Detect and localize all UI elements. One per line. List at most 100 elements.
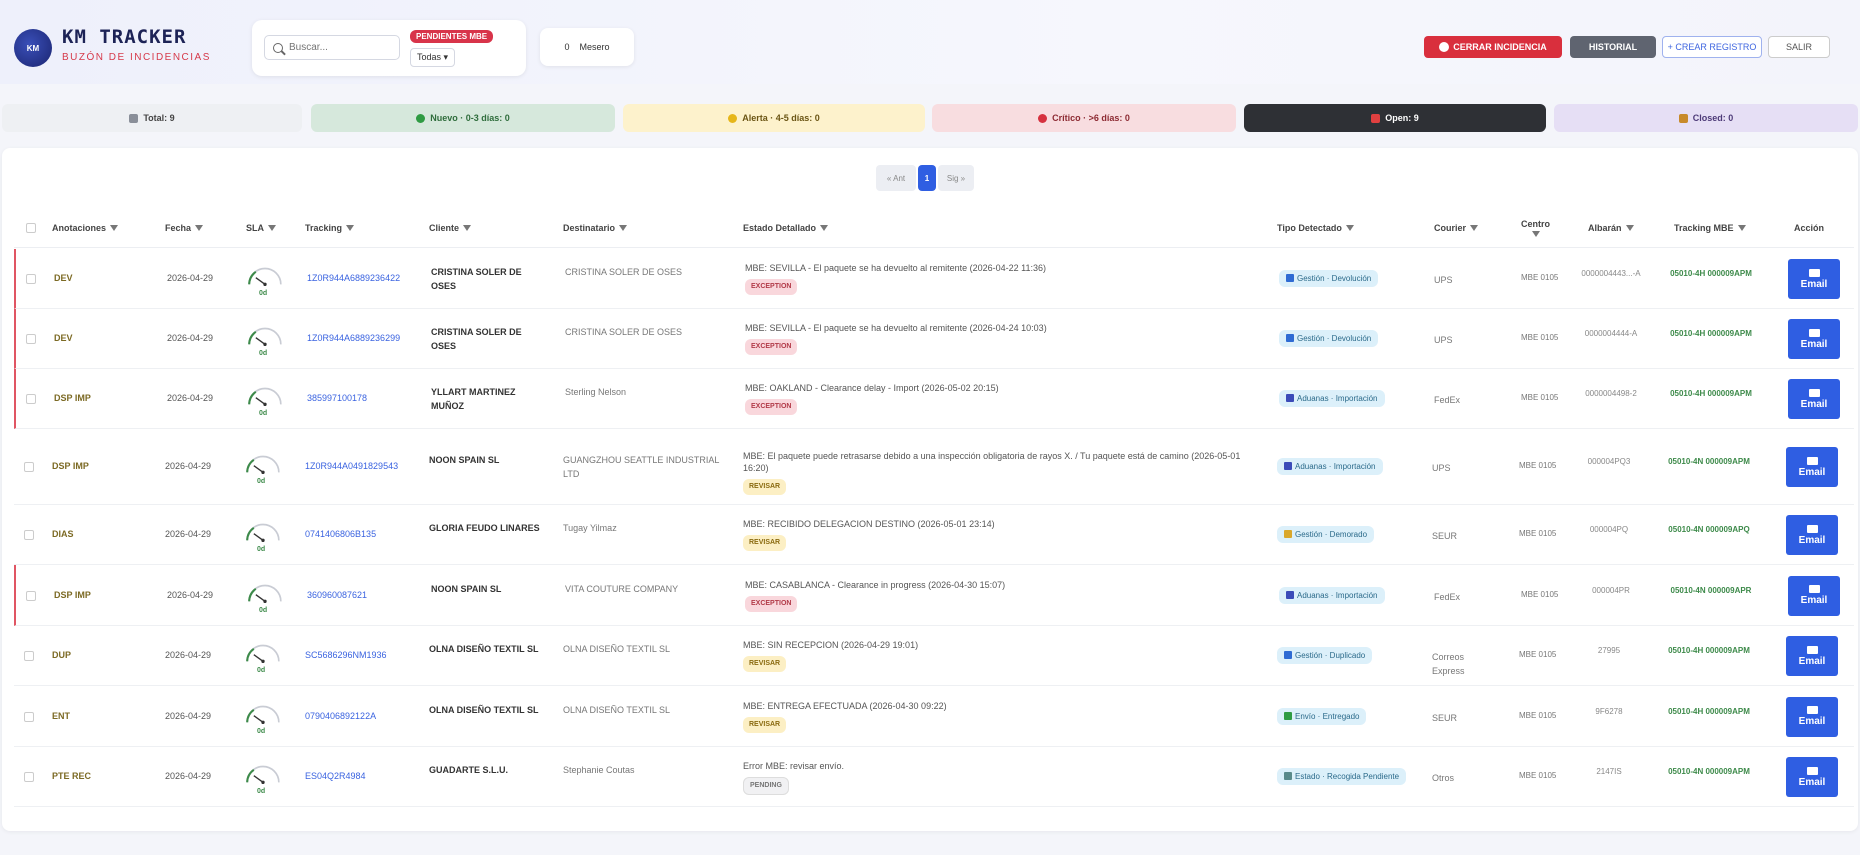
- table-row[interactable]: DSP IMP 2026-04-29 0d 360960087621 NOON …: [14, 565, 1854, 626]
- new-record-button[interactable]: + CREAR REGISTRO: [1662, 36, 1762, 58]
- table-row[interactable]: PTE REC 2026-04-29 0d ES04Q2R4984 GUADAR…: [14, 747, 1854, 807]
- row-checkbox[interactable]: [24, 772, 34, 782]
- filter-icon[interactable]: [268, 225, 276, 231]
- annotation-cell[interactable]: PTE REC: [52, 771, 91, 781]
- row-checkbox[interactable]: [26, 334, 36, 344]
- exit-button[interactable]: SALIR: [1768, 36, 1830, 58]
- filter-icon[interactable]: [463, 225, 472, 231]
- email-button[interactable]: Email: [1788, 319, 1840, 359]
- col-courier[interactable]: Courier: [1434, 208, 1479, 248]
- annotation-cell[interactable]: DSP IMP: [54, 393, 91, 403]
- row-checkbox[interactable]: [26, 590, 36, 601]
- filter-icon[interactable]: [1345, 225, 1354, 231]
- tracking-link[interactable]: 0790406892122A: [305, 711, 376, 721]
- tracking-mbe-cell[interactable]: 05010-4H 000009APM: [1666, 267, 1756, 280]
- filter-icon[interactable]: [1625, 225, 1634, 231]
- filter-icon[interactable]: [346, 225, 355, 231]
- email-button[interactable]: Email: [1788, 379, 1840, 419]
- filter-icon[interactable]: [195, 225, 204, 231]
- close-incident-button[interactable]: CERRAR INCIDENCIA: [1424, 36, 1562, 58]
- email-button[interactable]: Email: [1786, 447, 1838, 487]
- tracking-link[interactable]: ES04Q2R4984: [305, 771, 366, 781]
- col-recipient[interactable]: Destinatario: [563, 208, 628, 248]
- filter-icon[interactable]: [619, 225, 628, 231]
- col-tracking[interactable]: Tracking: [305, 208, 355, 248]
- tracking-mbe-cell[interactable]: 05010-4H 000009APM: [1666, 327, 1756, 340]
- email-button[interactable]: Email: [1786, 757, 1838, 797]
- current-page-button[interactable]: 1: [918, 165, 936, 191]
- table-row[interactable]: DSP IMP 2026-04-29 0d 1Z0R944A0491829543…: [14, 429, 1854, 505]
- filter-icon[interactable]: [1737, 225, 1746, 231]
- search-box[interactable]: [264, 35, 400, 60]
- annotation-cell[interactable]: DUP: [52, 650, 71, 660]
- filter-select[interactable]: Todas ▾: [410, 48, 456, 67]
- annotation-cell[interactable]: DSP IMP: [54, 590, 91, 600]
- tracking-link[interactable]: 360960087621: [307, 590, 367, 600]
- tab-closed[interactable]: Closed: 0: [1554, 104, 1858, 132]
- search-input[interactable]: [289, 42, 389, 53]
- row-checkbox[interactable]: [24, 530, 34, 540]
- table-row[interactable]: DEV 2026-04-29 0d 1Z0R944A6889236299 CRI…: [14, 309, 1854, 369]
- table-row[interactable]: DEV 2026-04-29 0d 1Z0R944A6889236422 CRI…: [14, 249, 1854, 309]
- annotation-cell[interactable]: DEV: [54, 273, 73, 283]
- tracking-link[interactable]: SC5686296NM1936: [305, 650, 387, 660]
- table-row[interactable]: DSP IMP 2026-04-29 0d 385997100178 YLLAR…: [14, 369, 1854, 429]
- col-client[interactable]: Cliente: [429, 208, 472, 248]
- tab-critical[interactable]: Crítico · >6 días: 0: [932, 104, 1236, 132]
- tracking-mbe-cell[interactable]: 05010-4H 000009APM: [1664, 644, 1754, 657]
- tracking-link[interactable]: 385997100178: [307, 393, 367, 403]
- history-button[interactable]: HISTORIAL: [1570, 36, 1656, 58]
- tracking-mbe-cell[interactable]: 05010-4N 000009APQ: [1664, 523, 1754, 536]
- row-checkbox[interactable]: [24, 711, 34, 722]
- email-button[interactable]: Email: [1786, 696, 1838, 737]
- tracking-link[interactable]: 1Z0R944A0491829543: [305, 461, 398, 471]
- filter-icon[interactable]: [1470, 225, 1479, 231]
- col-type[interactable]: Tipo Detectado: [1277, 208, 1354, 248]
- annotation-cell[interactable]: DEV: [54, 333, 73, 343]
- col-tracking-mbe[interactable]: Tracking MBE: [1674, 208, 1746, 248]
- tracking-mbe-cell[interactable]: 05010-4N 000009APM: [1664, 765, 1754, 778]
- tracking-link[interactable]: 1Z0R944A6889236299: [307, 333, 400, 343]
- tracking-mbe-cell[interactable]: 05010-4H 000009APM: [1666, 387, 1756, 400]
- filter-icon[interactable]: [110, 225, 119, 231]
- col-status[interactable]: Estado Detallado: [743, 208, 829, 248]
- annotation-cell[interactable]: DSP IMP: [52, 461, 89, 471]
- row-checkbox[interactable]: [26, 394, 36, 404]
- extra-left-label[interactable]: 0: [564, 42, 569, 52]
- col-date-label: Fecha: [165, 223, 192, 233]
- pending-badge[interactable]: PENDIENTES MBE: [410, 30, 494, 43]
- tracking-mbe-cell[interactable]: 05010-4H 000009APM: [1664, 705, 1754, 718]
- extra-right-label[interactable]: Mesero: [580, 42, 610, 52]
- table-row[interactable]: DIAS 2026-04-29 0d 0741406806B135 GLORIA…: [14, 505, 1854, 565]
- tab-alert[interactable]: Alerta · 4-5 días: 0: [623, 104, 925, 132]
- tracking-link[interactable]: 0741406806B135: [305, 529, 376, 539]
- tracking-link[interactable]: 1Z0R944A6889236422: [307, 273, 400, 283]
- col-sla[interactable]: SLA: [246, 208, 276, 248]
- select-all-checkbox[interactable]: [26, 208, 36, 248]
- table-row[interactable]: DUP 2026-04-29 0d SC5686296NM1936 OLNA D…: [14, 626, 1854, 686]
- email-button[interactable]: Email: [1788, 259, 1840, 299]
- row-checkbox[interactable]: [24, 651, 34, 661]
- tab-open[interactable]: Open: 9: [1244, 104, 1546, 132]
- email-button[interactable]: Email: [1786, 636, 1838, 676]
- tracking-mbe-cell[interactable]: 05010-4N 000009APR: [1666, 584, 1756, 597]
- tab-total[interactable]: Total: 9: [2, 104, 302, 132]
- next-page-button[interactable]: Sig »: [938, 165, 974, 191]
- col-center[interactable]: Centro: [1521, 208, 1550, 248]
- prev-page-button[interactable]: « Ant: [876, 165, 916, 191]
- col-action: Acción: [1794, 208, 1824, 248]
- annotation-cell[interactable]: ENT: [52, 711, 70, 721]
- col-date[interactable]: Fecha: [165, 208, 204, 248]
- filter-icon[interactable]: [820, 225, 829, 231]
- email-button[interactable]: Email: [1786, 515, 1838, 555]
- annotation-cell[interactable]: DIAS: [52, 529, 74, 539]
- col-albaran[interactable]: Albarán: [1588, 208, 1634, 248]
- filter-icon[interactable]: [1531, 231, 1540, 237]
- email-button[interactable]: Email: [1788, 575, 1840, 616]
- row-checkbox[interactable]: [26, 274, 36, 284]
- table-row[interactable]: ENT 2026-04-29 0d 0790406892122A OLNA DI…: [14, 686, 1854, 747]
- col-annotations[interactable]: Anotaciones: [52, 208, 119, 248]
- tracking-mbe-cell[interactable]: 05010-4N 000009APM: [1664, 455, 1754, 468]
- tab-new[interactable]: Nuevo · 0-3 días: 0: [311, 104, 615, 132]
- row-checkbox[interactable]: [24, 462, 34, 472]
